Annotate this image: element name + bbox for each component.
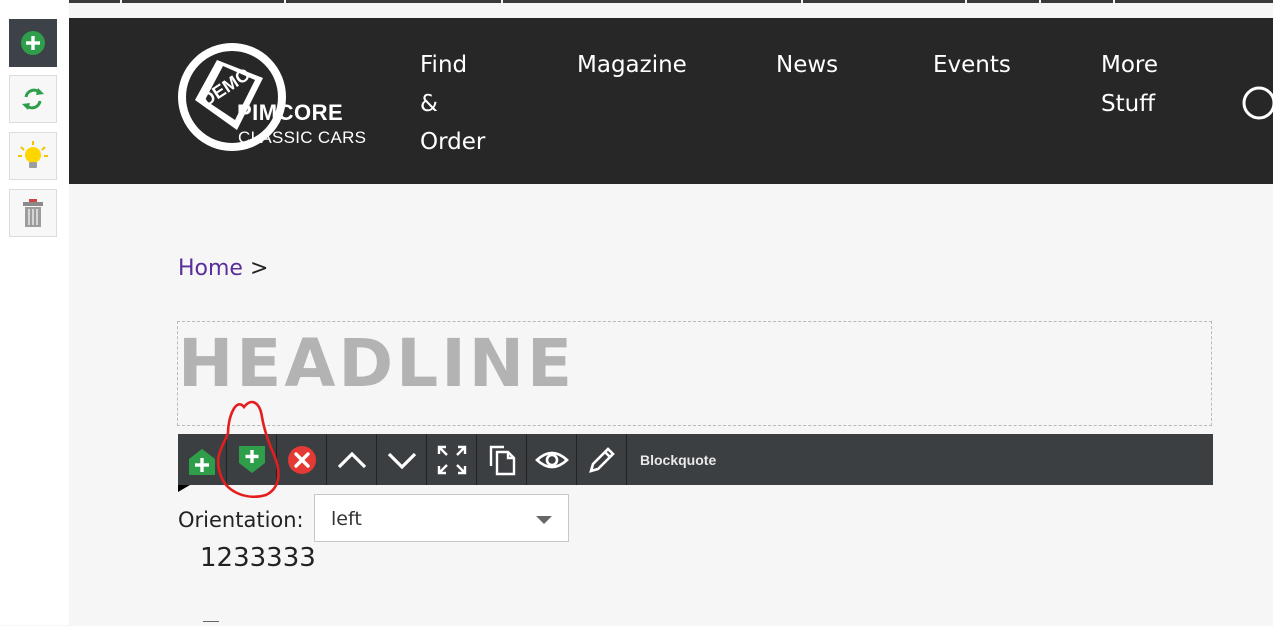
nav-label-line: News [776,52,839,78]
add-block-below-button[interactable] [228,434,277,485]
editmode-sidebar [0,0,69,625]
plus-down-icon [239,445,265,473]
toolbar-corner [178,485,190,492]
nav-item-events[interactable]: Events [933,46,1011,85]
block-type-label: Blockquote [640,452,717,468]
areablock-toolbar: Blockquote [178,434,1213,485]
breadcrumb-home-link[interactable]: Home [178,256,243,281]
tips-button[interactable] [9,132,57,180]
refresh-icon [22,88,44,110]
browser-top-strip [0,0,1273,3]
site-logo[interactable]: DEMO PIMCORE CLASSIC CARS [177,42,377,152]
dropdown-arrow-icon [536,516,552,524]
nav-label-line: & [420,90,438,117]
search-icon[interactable] [1239,85,1273,125]
nav-label-line: Stuff [1101,90,1156,117]
nav-label-line: More [1101,52,1159,78]
nav-label-line: Find [420,52,468,78]
nav-item-find-order[interactable]: Find & Order [420,46,485,162]
remove-block-button[interactable] [278,434,327,485]
nav-label-line: Events [933,52,1011,78]
plus-up-icon [189,448,215,475]
cut-off-element [203,621,219,626]
add-block-above-button[interactable] [178,434,227,485]
fullscreen-button[interactable] [428,434,477,485]
breadcrumb-separator: > [249,256,269,281]
nav-item-news[interactable]: News [776,46,838,85]
move-up-button[interactable] [328,434,377,485]
trash-icon [23,199,43,227]
nav-item-magazine[interactable]: Magazine [577,46,687,85]
trash-button[interactable] [9,189,57,237]
nav-label-line: Magazine [577,52,687,78]
expand-icon [437,445,467,474]
delete-circle-icon [288,445,316,474]
chevron-up-icon [337,451,367,468]
headline-editable[interactable]: HEADLINE [177,321,1212,426]
orientation-select[interactable]: left [314,494,569,542]
nav-label-line: Order [420,129,486,155]
lightbulb-icon [18,141,48,168]
orientation-label: Orientation: [178,508,304,532]
copy-icon [489,445,516,475]
pencil-icon [589,446,615,473]
breadcrumb: Home > [178,256,268,281]
eye-icon [535,451,569,468]
headline-placeholder: HEADLINE [178,325,576,402]
chevron-down-icon [387,452,417,469]
site-header: DEMO PIMCORE CLASSIC CARS Find & Order M… [69,18,1273,184]
reload-button[interactable] [9,75,57,123]
orientation-selected-value: left [331,508,362,530]
logo-name: PIMCORE [237,100,344,125]
logo-subtitle: CLASSIC CARS [238,128,367,147]
plus-circle-icon [21,31,45,55]
nav-item-more-stuff[interactable]: More Stuff [1101,46,1158,123]
edit-button[interactable] [578,434,627,485]
move-down-button[interactable] [378,434,427,485]
content-value: 1233333 [200,543,316,573]
copy-button[interactable] [478,434,527,485]
visibility-button[interactable] [528,434,577,485]
add-button[interactable] [9,19,57,67]
